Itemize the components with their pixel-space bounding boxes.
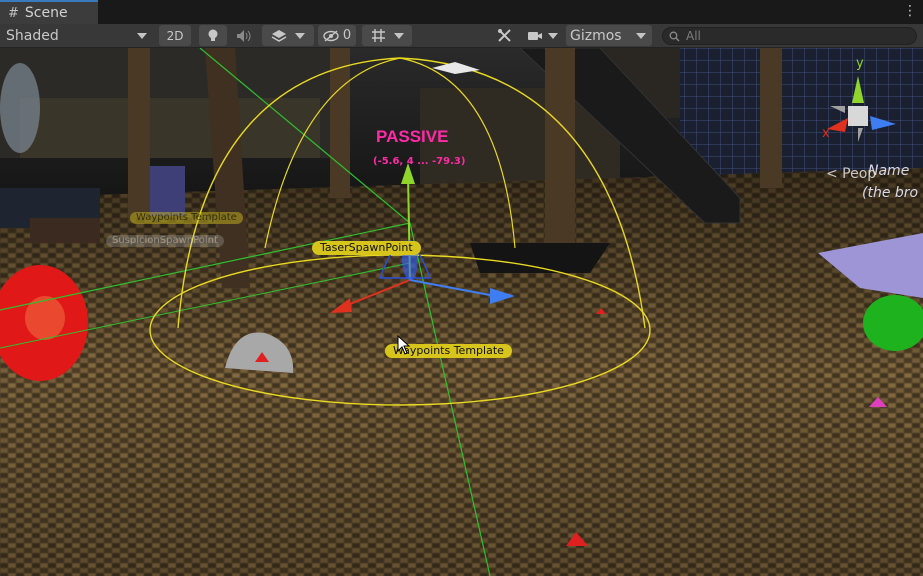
bench: [30, 218, 100, 243]
palm-pillar: [760, 48, 782, 188]
search-input[interactable]: All: [662, 27, 917, 45]
effects-dropdown[interactable]: [262, 25, 314, 46]
scene-tab[interactable]: # Scene: [0, 0, 98, 24]
camera-icon: [527, 31, 542, 40]
audio-toggle[interactable]: [230, 25, 258, 46]
palm-pillar: [128, 48, 150, 218]
scene-tab-label: Scene: [24, 5, 68, 21]
kebab-menu-icon[interactable]: ⋮: [903, 4, 917, 18]
faint-spawn-label[interactable]: SuspicionSpawnPoint: [106, 235, 224, 247]
crossed-tools-icon: [497, 29, 511, 42]
hidden-count: 0: [342, 28, 352, 43]
position-readout: (-5.6, 4 ... -79.3): [373, 156, 466, 167]
faint-waypoints-label[interactable]: Waypoints Template: [130, 212, 243, 224]
toggle-2d-button[interactable]: 2D: [159, 25, 191, 46]
scene-text-the-bro: (the bro: [862, 185, 919, 201]
speaker-icon: [237, 29, 251, 42]
mouse-cursor-icon: [397, 335, 411, 355]
floor-shading: [0, 168, 923, 576]
chevron-down-icon: [137, 32, 147, 39]
tools-button[interactable]: [490, 25, 518, 46]
orientation-y-label: y: [856, 56, 864, 71]
grid-hash-icon: #: [8, 5, 19, 21]
scene-render: [0, 48, 923, 576]
bench-purple: [150, 166, 185, 216]
status-label: PASSIVE: [376, 127, 449, 146]
gizmos-dropdown[interactable]: Gizmos: [566, 25, 652, 46]
chevron-down-icon: [295, 32, 305, 39]
draw-mode-label: Shaded: [6, 27, 59, 44]
grid-snap-dropdown[interactable]: [362, 25, 412, 46]
chevron-down-icon: [636, 32, 646, 39]
lantern-highlight: [25, 296, 65, 340]
balcony-railing: [20, 98, 320, 158]
camera-dropdown[interactable]: [522, 25, 562, 46]
hidden-objects-toggle[interactable]: 0: [318, 25, 356, 46]
fountain-water: [0, 63, 40, 153]
search-icon: [669, 31, 680, 41]
chevron-down-icon: [547, 32, 558, 39]
scene-text-name: Name: [868, 163, 910, 179]
draw-mode-dropdown[interactable]: Shaded: [0, 25, 155, 46]
taser-spawn-label[interactable]: TaserSpawnPoint: [312, 241, 421, 255]
scene-viewport[interactable]: PASSIVE (-5.6, 4 ... -79.3) TaserSpawnPo…: [0, 48, 923, 576]
orientation-x-label: x: [822, 126, 830, 141]
scene-toolbar: Shaded 2D 0 Gizmos All: [0, 24, 923, 48]
eye-slash-icon: [323, 29, 339, 42]
palm-pillar: [545, 48, 575, 253]
grid-snap-icon: [371, 29, 385, 42]
toggle-2d-label: 2D: [166, 28, 184, 43]
layers-icon: [271, 29, 287, 42]
search-placeholder: All: [686, 29, 701, 43]
chevron-down-icon: [393, 32, 404, 39]
lightbulb-icon: [208, 29, 218, 41]
lighting-toggle[interactable]: [199, 25, 227, 46]
gizmos-label: Gizmos: [570, 27, 622, 44]
window-tab-bar: # Scene ⋮: [0, 0, 923, 24]
